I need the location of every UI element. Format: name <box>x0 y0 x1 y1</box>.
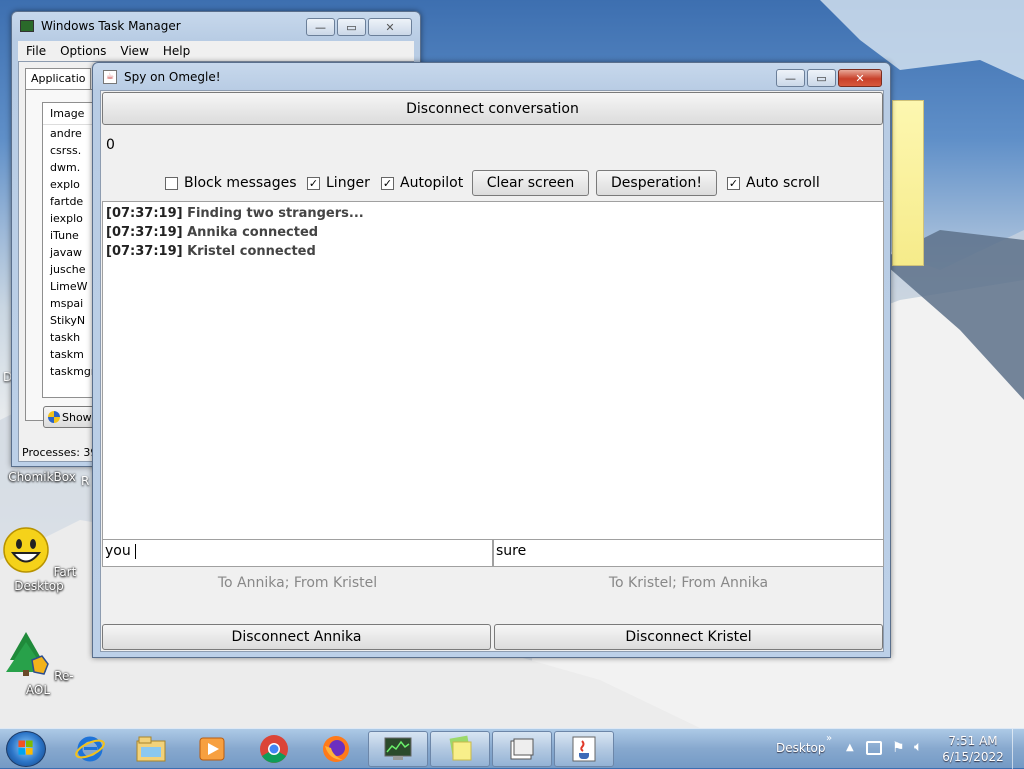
firefox-icon <box>323 736 349 762</box>
checkbox-label: Autopilot <box>400 175 464 191</box>
task-manager-icon <box>384 737 412 760</box>
close-button[interactable]: ✕ <box>368 18 412 36</box>
windows-logo-icon <box>18 740 33 755</box>
log-timestamp: [07:37:19] <box>106 225 183 240</box>
menu-options[interactable]: Options <box>60 44 106 58</box>
message-input-kristel[interactable]: sure <box>493 539 884 567</box>
disconnect-annika-button[interactable]: Disconnect Annika <box>102 624 491 650</box>
log-timestamp: [07:37:19] <box>106 244 183 259</box>
counter-value: 0 <box>106 137 115 153</box>
desktop-icon-label: ChomikBox <box>8 470 76 484</box>
checkbox-label: Auto scroll <box>746 175 820 191</box>
input-value: sure <box>496 543 527 559</box>
shield-icon <box>48 411 60 423</box>
log-timestamp: [07:37:19] <box>106 206 183 221</box>
log-line: [07:37:19] Annika connected <box>106 225 880 244</box>
toolbar-expand-icon[interactable]: » <box>826 733 832 744</box>
disconnect-kristel-button[interactable]: Disconnect Kristel <box>494 624 883 650</box>
desktop-icon-re-aol[interactable]: Re-AOL <box>0 630 80 697</box>
window-title: Spy on Omegle! <box>124 70 221 84</box>
folder-icon <box>510 738 534 760</box>
network-icon[interactable] <box>866 741 882 755</box>
maximize-button[interactable]: ▭ <box>807 69 836 87</box>
block-messages-checkbox[interactable]: Block messages <box>165 175 297 191</box>
auto-scroll-checkbox[interactable]: ✓ Auto scroll <box>727 175 820 191</box>
log-line: [07:37:19] Finding two strangers... <box>106 206 880 225</box>
maximize-button[interactable]: ▭ <box>337 18 366 36</box>
taskbar-task-manager[interactable] <box>368 731 428 767</box>
omegle-window[interactable]: ☕ Spy on Omegle! — ▭ ✕ Disconnect conver… <box>92 62 891 658</box>
window-title: Windows Task Manager <box>41 19 181 33</box>
log-text: Finding two strangers... <box>187 206 364 221</box>
menu-file[interactable]: File <box>26 44 46 58</box>
show-hidden-icons[interactable]: ▲ <box>846 742 854 753</box>
clock-time: 7:51 AM <box>948 734 998 748</box>
clear-screen-button[interactable]: Clear screen <box>472 170 589 196</box>
checkbox-box[interactable]: ✓ <box>307 176 320 190</box>
start-button[interactable] <box>6 731 46 767</box>
taskbar: Desktop » ▲ ⚑ 🔈︎ 7:51 AM 6/15/2022 <box>0 728 1024 769</box>
autopilot-checkbox[interactable]: ✓ Autopilot <box>381 175 463 191</box>
checkbox-box[interactable]: ✓ <box>381 176 394 190</box>
checkbox-label: Linger <box>326 175 370 191</box>
message-input-annika[interactable]: you <box>102 539 493 567</box>
taskbar-chrome[interactable] <box>244 731 304 767</box>
checkbox-box[interactable]: ✓ <box>727 176 740 190</box>
volume-icon[interactable]: 🔈︎ <box>914 739 922 755</box>
taskbar-media-player[interactable] <box>182 731 242 767</box>
show-processes-label: Show <box>62 410 92 424</box>
desperation-button[interactable]: Desperation! <box>596 170 717 196</box>
clock-date: 6/15/2022 <box>942 750 1004 764</box>
taskbar-file-explorer[interactable] <box>121 731 181 767</box>
log-text: Annika connected <box>187 225 319 240</box>
flag-icon[interactable]: ⚑ <box>892 740 905 756</box>
file-explorer-icon <box>136 736 166 762</box>
taskbar-internet-explorer[interactable] <box>60 731 120 767</box>
minimize-button[interactable]: — <box>306 18 335 36</box>
sticky-notes-icon <box>449 735 472 761</box>
aol-tree-icon <box>6 632 50 676</box>
smiley-icon <box>2 527 49 573</box>
tab-applications[interactable]: Applicatio <box>25 68 91 89</box>
clock[interactable]: 7:51 AM 6/15/2022 <box>940 733 1006 765</box>
partial-desktop-label: R <box>81 474 90 488</box>
internet-explorer-icon <box>75 736 105 762</box>
omegle-titlebar[interactable]: ☕ Spy on Omegle! — ▭ ✕ <box>93 63 890 91</box>
right-caption: To Kristel; From Annika <box>608 575 769 591</box>
log-text: Kristel connected <box>187 244 316 259</box>
menu-help[interactable]: Help <box>163 44 190 58</box>
desktop-toolbar-label[interactable]: Desktop <box>776 741 826 755</box>
java-icon <box>572 736 596 762</box>
input-value: you <box>105 543 136 559</box>
process-count-status: Processes: 39 <box>22 446 98 459</box>
task-manager-titlebar[interactable]: Windows Task Manager — ▭ ✕ <box>12 12 420 40</box>
disconnect-conversation-button[interactable]: Disconnect conversation <box>102 92 883 125</box>
minimize-button[interactable]: — <box>776 69 805 87</box>
close-button[interactable]: ✕ <box>838 69 882 87</box>
log-line: [07:37:19] Kristel connected <box>106 244 880 263</box>
checkbox-label: Block messages <box>184 175 297 191</box>
menu-view[interactable]: View <box>120 44 148 58</box>
taskbar-firefox[interactable] <box>306 731 366 767</box>
task-manager-menubar: File Options View Help <box>18 41 414 61</box>
text-caret <box>135 543 137 559</box>
omegle-body: Disconnect conversation 0 Block messages… <box>100 90 884 652</box>
conversation-log[interactable]: [07:37:19] Finding two strangers... [07:… <box>102 201 884 540</box>
task-manager-icon <box>20 20 34 32</box>
taskbar-sticky-notes[interactable] <box>430 731 490 767</box>
show-desktop-button[interactable] <box>1012 729 1024 769</box>
checkbox-box[interactable] <box>165 176 178 190</box>
desktop-icon-chomikbox[interactable]: ChomikBox <box>0 470 84 484</box>
chrome-icon <box>260 735 288 763</box>
media-player-icon <box>199 737 225 761</box>
sticky-note[interactable] <box>892 100 924 266</box>
left-caption: To Annika; From Kristel <box>217 575 378 591</box>
desktop-icon-fart-desktop[interactable]: Fart Desktop <box>0 526 81 593</box>
java-icon: ☕ <box>103 70 117 84</box>
taskbar-folder[interactable] <box>492 731 552 767</box>
linger-checkbox[interactable]: ✓ Linger <box>307 175 370 191</box>
taskbar-java[interactable] <box>554 731 614 767</box>
